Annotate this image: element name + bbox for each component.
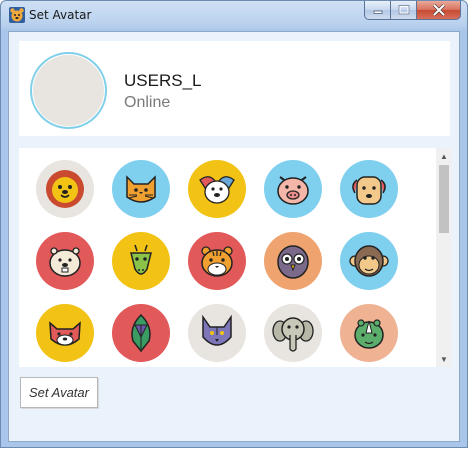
avatar-option[interactable] (340, 160, 398, 218)
app-icon (9, 7, 25, 23)
avatar-option[interactable] (188, 160, 246, 218)
red-panda-icon (49, 321, 81, 346)
wolf-icon (202, 314, 232, 346)
avatar-option[interactable] (112, 304, 170, 362)
close-icon (432, 4, 445, 16)
client-area: USERS_L Online ▲ ▼ Set Avatar (8, 31, 460, 442)
avatar-option[interactable] (36, 232, 94, 290)
maximize-button[interactable] (391, 1, 417, 20)
scroll-down-icon[interactable]: ▼ (436, 351, 452, 367)
minimize-icon (373, 10, 382, 14)
avatar-option[interactable] (112, 160, 170, 218)
scroll-up-icon[interactable]: ▲ (436, 148, 452, 164)
tiger-icon (201, 246, 233, 277)
avatar-gallery[interactable]: ▲ ▼ (19, 148, 452, 367)
window: Set Avatar USERS_L Online ▲ ▼ Set Avatar (0, 0, 468, 448)
avatar-option[interactable] (112, 232, 170, 290)
avatar-option[interactable] (264, 160, 322, 218)
dog-icon (199, 176, 235, 204)
current-avatar (30, 52, 107, 129)
monkey-icon (349, 245, 389, 277)
avatar-option[interactable] (36, 160, 94, 218)
lion-icon (46, 170, 84, 208)
owl-icon (277, 245, 309, 279)
elephant-icon (272, 317, 314, 352)
profile-card: USERS_L Online (19, 41, 450, 136)
status-label: Online (124, 94, 171, 111)
giraffe-icon (130, 244, 152, 275)
window-title: Set Avatar (29, 8, 92, 22)
avatar-option[interactable] (188, 232, 246, 290)
cat-icon (126, 175, 156, 203)
set-avatar-button[interactable]: Set Avatar (20, 377, 98, 408)
avatar-grid (36, 160, 398, 362)
username-label: USERS_L (124, 71, 202, 90)
avatar-option[interactable] (340, 304, 398, 362)
parrot-icon (131, 313, 151, 353)
pig-icon (277, 176, 309, 205)
rhino-icon (354, 319, 384, 349)
minimize-button[interactable] (364, 1, 391, 20)
avatar-option[interactable] (340, 232, 398, 290)
dog-face-icon (352, 176, 386, 205)
scroll-thumb[interactable] (439, 165, 449, 233)
avatar-option[interactable] (188, 304, 246, 362)
maximize-icon (398, 5, 409, 15)
title-bar[interactable]: Set Avatar (1, 1, 467, 31)
avatar-option[interactable] (264, 232, 322, 290)
avatar-option[interactable] (264, 304, 322, 362)
beaver-icon (49, 247, 81, 277)
caption-buttons (364, 1, 461, 21)
avatar-option[interactable] (36, 304, 94, 362)
close-button[interactable] (417, 1, 461, 20)
vertical-scrollbar[interactable]: ▲ ▼ (436, 148, 452, 367)
